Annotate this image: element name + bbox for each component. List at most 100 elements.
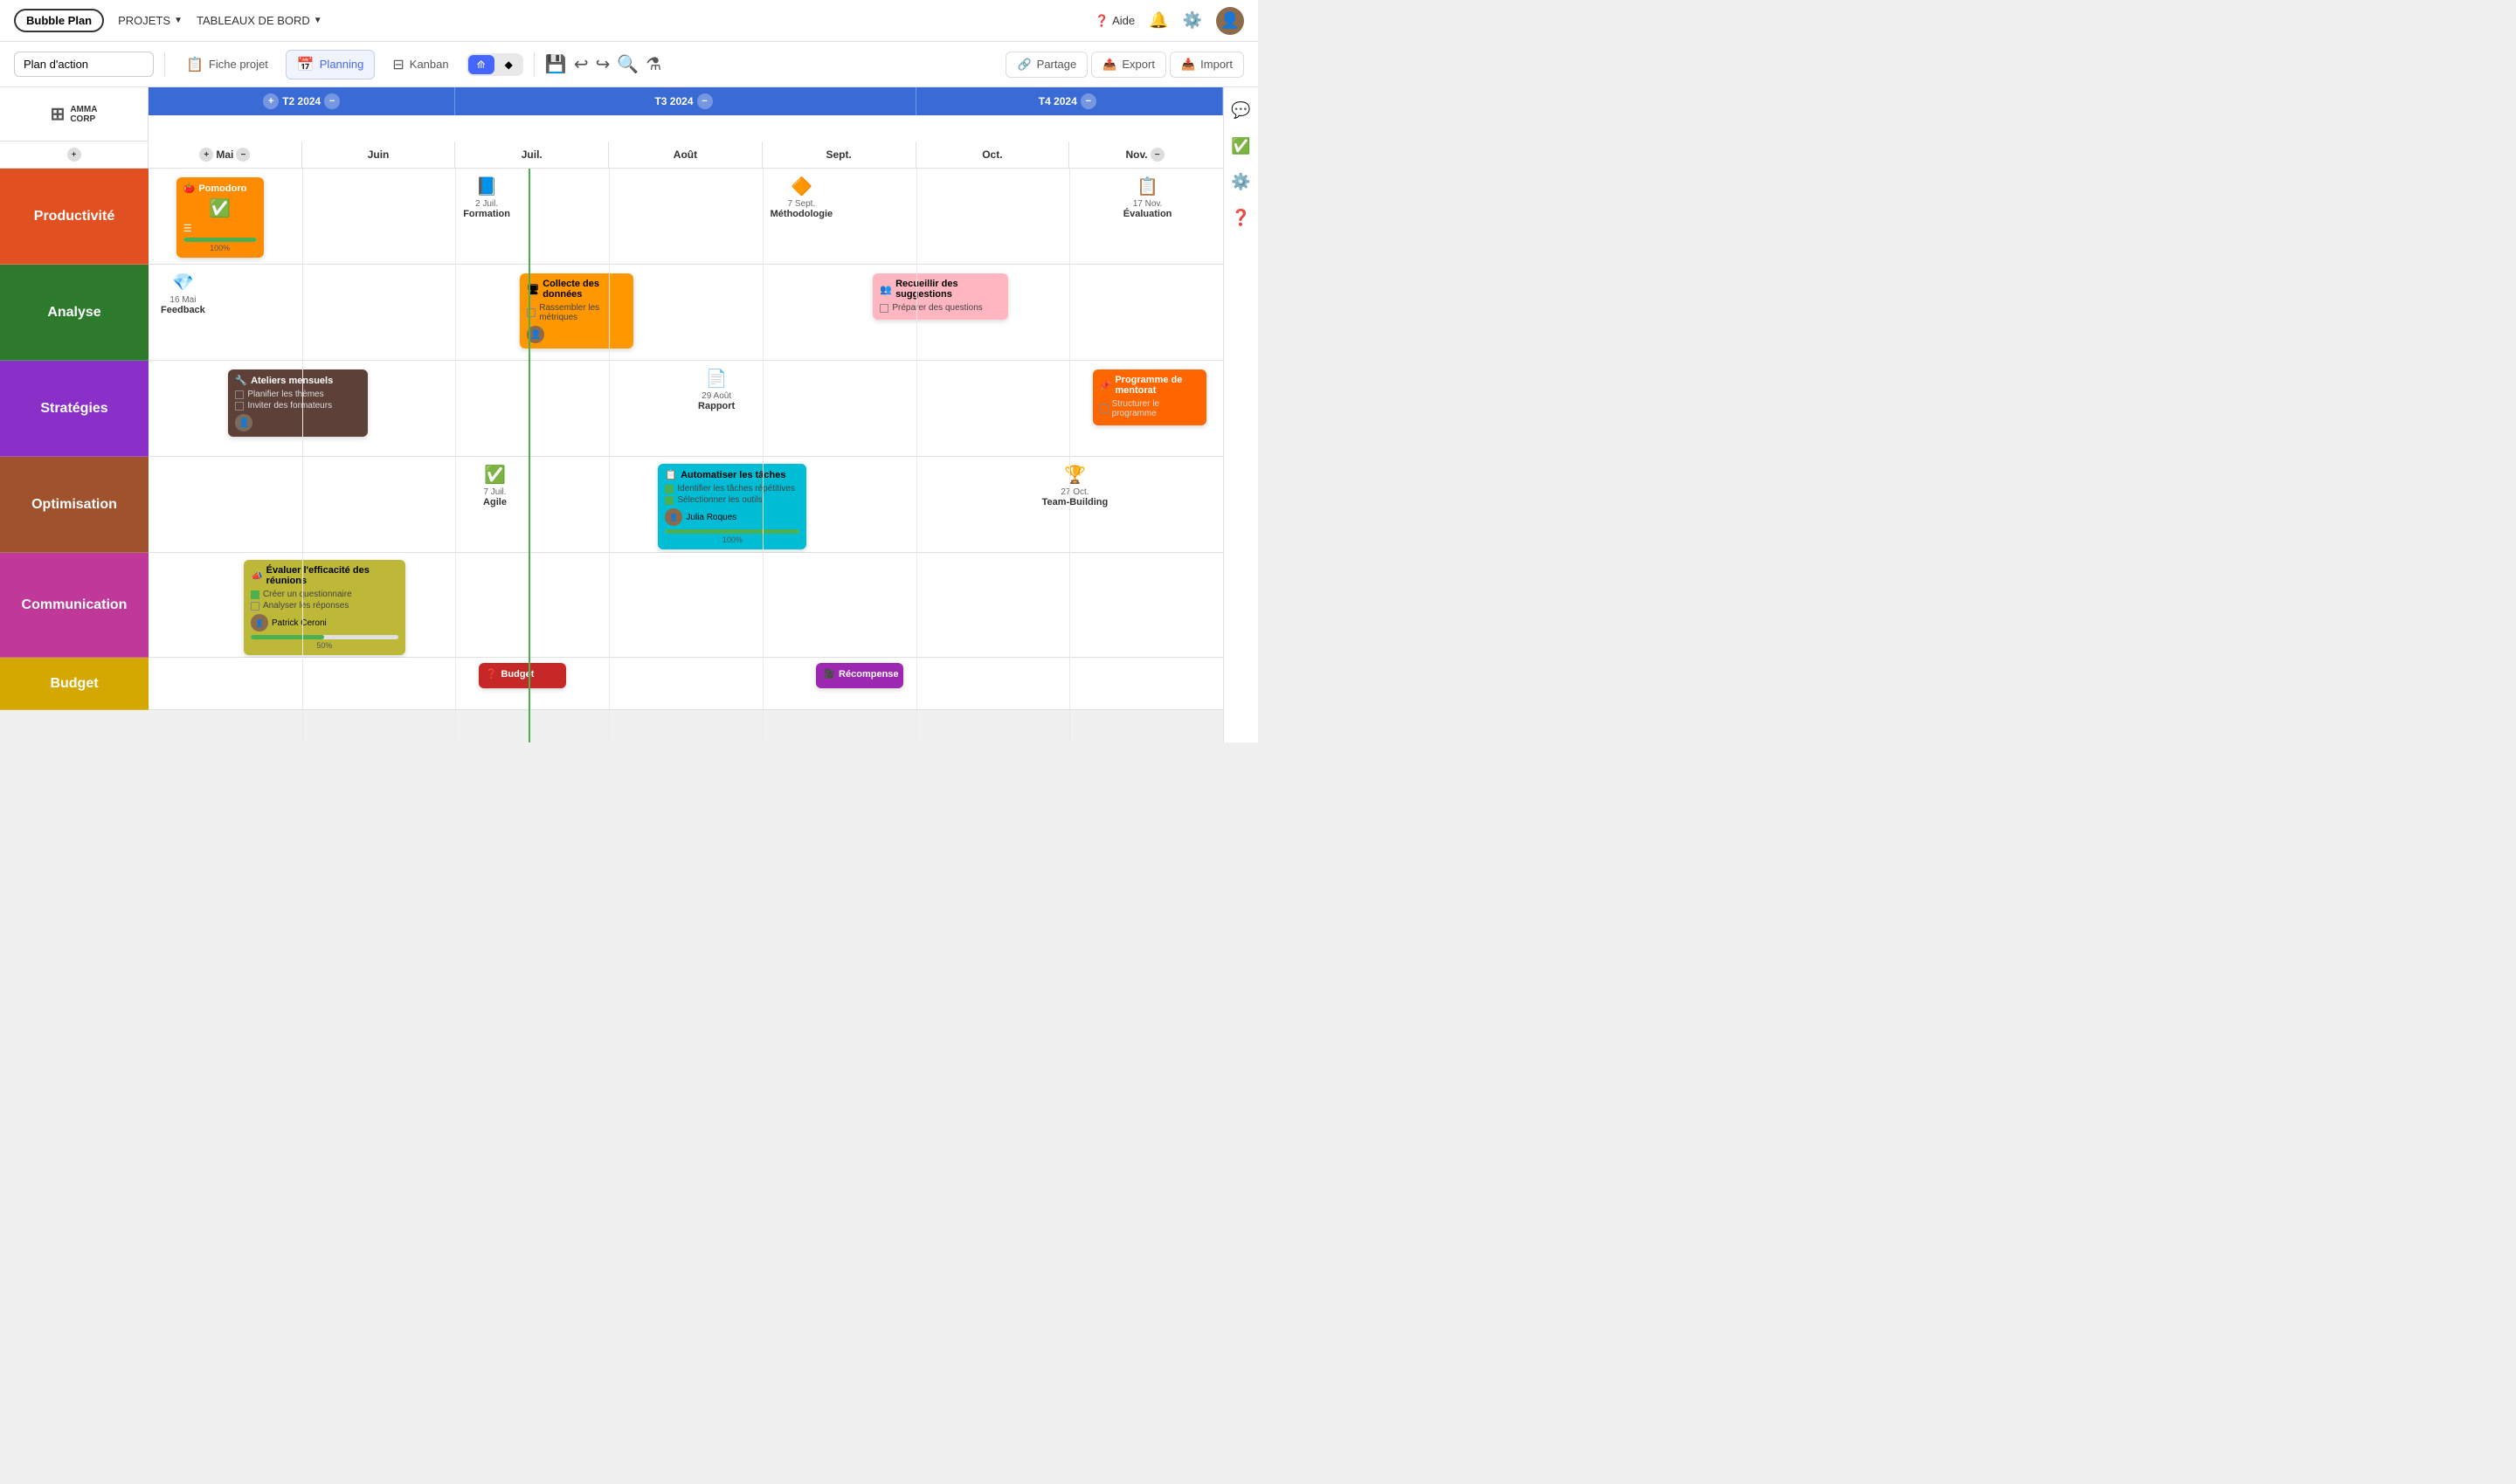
timeline-header: ⊞ AMMA CORP + T2 2024 −: [0, 87, 1223, 169]
t2-expand-btn[interactable]: +: [263, 93, 279, 109]
search-icon[interactable]: 🔍: [617, 53, 639, 75]
amma-grid-icon: ⊞: [51, 103, 66, 125]
row-strategies: 🔧 Ateliers mensuels Planifier les thèmes…: [149, 361, 1223, 457]
may-expand-btn[interactable]: +: [67, 148, 81, 162]
partage-button[interactable]: 🔗 Partage: [1006, 52, 1088, 78]
notifications-icon[interactable]: 🔔: [1149, 11, 1168, 30]
filter-icon[interactable]: ⚗: [646, 53, 661, 75]
mai-expand[interactable]: +: [199, 148, 213, 162]
task-cb-3[interactable]: [235, 390, 244, 399]
aide-icon: ❓: [1095, 14, 1109, 28]
fiche-projet-button[interactable]: 📋 Fiche projet: [176, 51, 279, 79]
row-productivite: 🍅 Pomodoro ✅ ☰ 100%: [149, 169, 1223, 265]
label-budget[interactable]: Budget: [0, 658, 149, 710]
milestone-feedback[interactable]: 💎 16 Mai Feedback: [161, 272, 205, 315]
task-cb-9[interactable]: [251, 602, 259, 611]
quarter-t3: T3 2024 −: [455, 87, 916, 115]
pomodoro-icon: 🍅: [183, 183, 196, 194]
view-btn-diamond[interactable]: ◆: [496, 55, 522, 74]
settings-icon[interactable]: ⚙️: [1183, 11, 1202, 30]
tableaux-menu[interactable]: TABLEAUX DE BORD ▼: [197, 14, 322, 27]
month-mai: + Mai −: [149, 141, 302, 168]
fiche-icon: 📋: [186, 56, 204, 73]
right-sidebar: 💬 ✅ ⚙️ ❓: [1223, 87, 1258, 742]
milestone-formation[interactable]: 📘 2 Juil. Formation: [463, 176, 510, 219]
evaluer-progress: [251, 635, 398, 639]
planning-button[interactable]: 📅 Planning: [286, 50, 376, 79]
milestone-methodologie[interactable]: 🔶 7 Sept. Méthodologie: [771, 176, 833, 219]
redo-icon[interactable]: ↪: [596, 53, 611, 75]
logo-button[interactable]: Bubble Plan: [14, 9, 104, 32]
task-cb-6[interactable]: [665, 485, 674, 494]
t4-collapse-btn[interactable]: −: [1081, 93, 1096, 109]
partage-icon: 🔗: [1017, 58, 1031, 72]
chat-icon[interactable]: 💬: [1231, 101, 1250, 120]
milestone-evaluation[interactable]: 📋 17 Nov. Évaluation: [1123, 176, 1172, 219]
mentorat-icon: 📌: [1100, 380, 1112, 391]
view-btn-timeline[interactable]: ⟰: [468, 55, 494, 74]
t2-collapse-btn[interactable]: −: [324, 93, 340, 109]
row-labels: Productivité Analyse Stratégies Optimisa…: [0, 169, 149, 742]
save-icon[interactable]: 💾: [545, 53, 567, 75]
projets-menu[interactable]: PROJETS ▼: [118, 14, 183, 27]
sidebar-settings-icon[interactable]: ⚙️: [1231, 173, 1250, 191]
automatiser-icon: 📋: [665, 469, 677, 480]
connection-arrow: [149, 286, 1223, 313]
user-avatar[interactable]: 👤: [1216, 7, 1244, 35]
methodologie-icon: 🔶: [791, 176, 812, 197]
month-juin: Juin: [302, 141, 456, 168]
bubble-evaluer[interactable]: 📣 Évaluer l'efficacité des réunions Crée…: [244, 560, 405, 655]
today-line: [529, 169, 530, 742]
kanban-button[interactable]: ⊟ Kanban: [382, 51, 459, 79]
bubble-recompense[interactable]: 🎥 Récompense: [816, 663, 903, 688]
view-toggle: ⟰ ◆: [467, 53, 523, 76]
recueillir-icon: 👥: [880, 284, 892, 295]
help-icon[interactable]: ❓: [1231, 209, 1250, 227]
bubble-recueillir[interactable]: 👥 Recueillir des suggestions Préparer de…: [873, 273, 1008, 320]
task-cb-5[interactable]: [1100, 404, 1109, 413]
evaluer-avatar: 👤: [251, 614, 268, 632]
label-optimisation[interactable]: Optimisation: [0, 457, 149, 553]
milestone-teambuilding[interactable]: 🏆 27 Oct. Team-Building: [1042, 464, 1109, 507]
import-button[interactable]: 📥 Import: [1170, 52, 1244, 78]
undo-icon[interactable]: ↩: [574, 53, 589, 75]
month-oct: Oct.: [916, 141, 1070, 168]
bubble-budget[interactable]: ❓ Budget: [479, 663, 566, 688]
amma-corp-header: ⊞ AMMA CORP: [0, 87, 149, 141]
row-optimisation: ✅ 7 Juil. Agile 📋 Automatiser les tâches…: [149, 457, 1223, 553]
label-analyse[interactable]: Analyse: [0, 265, 149, 361]
aide-button[interactable]: ❓ Aide: [1095, 14, 1135, 28]
nov-collapse[interactable]: −: [1151, 148, 1165, 162]
tasks-icon[interactable]: ✅: [1231, 137, 1250, 155]
t3-collapse-btn[interactable]: −: [697, 93, 713, 109]
label-strategies[interactable]: Stratégies: [0, 361, 149, 457]
row-communication: 📣 Évaluer l'efficacité des réunions Crée…: [149, 553, 1223, 658]
mai-collapse[interactable]: −: [236, 148, 250, 162]
task-cb-7[interactable]: [665, 496, 674, 505]
automatiser-progress: [665, 529, 799, 534]
planning-icon: 📅: [297, 56, 314, 73]
bubble-collecte[interactable]: 🖥 Collecte des données Rassembler les mé…: [520, 273, 633, 349]
label-productivite[interactable]: Productivité: [0, 169, 149, 265]
bubble-automatiser[interactable]: 📋 Automatiser les tâches Identifier les …: [658, 464, 806, 549]
ateliers-avatar: 👤: [235, 414, 252, 431]
bubble-ateliers[interactable]: 🔧 Ateliers mensuels Planifier les thèmes…: [228, 369, 368, 437]
label-communication[interactable]: Communication: [0, 553, 149, 658]
ateliers-icon: 🔧: [235, 375, 247, 386]
export-button[interactable]: 📤 Export: [1091, 52, 1166, 78]
milestone-agile[interactable]: ✅ 7 Juil. Agile: [483, 464, 507, 507]
bubble-mentorat[interactable]: 📌 Programme de mentorat Structurer le pr…: [1093, 369, 1206, 425]
task-cb-4[interactable]: [235, 402, 244, 411]
gantt-body: Productivité Analyse Stratégies Optimisa…: [0, 169, 1223, 742]
row-analyse: 💎 16 Mai Feedback 🖥 Collecte des données: [149, 265, 1223, 361]
quarter-t2: + T2 2024 −: [149, 87, 455, 115]
milestone-rapport[interactable]: 📄 29 Août Rapport: [698, 368, 735, 411]
project-name-input[interactable]: [14, 52, 154, 77]
projets-chevron-icon: ▼: [174, 16, 183, 25]
amma-logo: ⊞ AMMA CORP: [51, 103, 98, 125]
formation-icon: 📘: [476, 176, 498, 197]
task-cb-8[interactable]: [251, 590, 259, 599]
export-icon: 📤: [1102, 58, 1116, 72]
bubble-pomodoro[interactable]: 🍅 Pomodoro ✅ ☰ 100%: [176, 177, 264, 258]
task-cb-2[interactable]: [880, 304, 888, 313]
